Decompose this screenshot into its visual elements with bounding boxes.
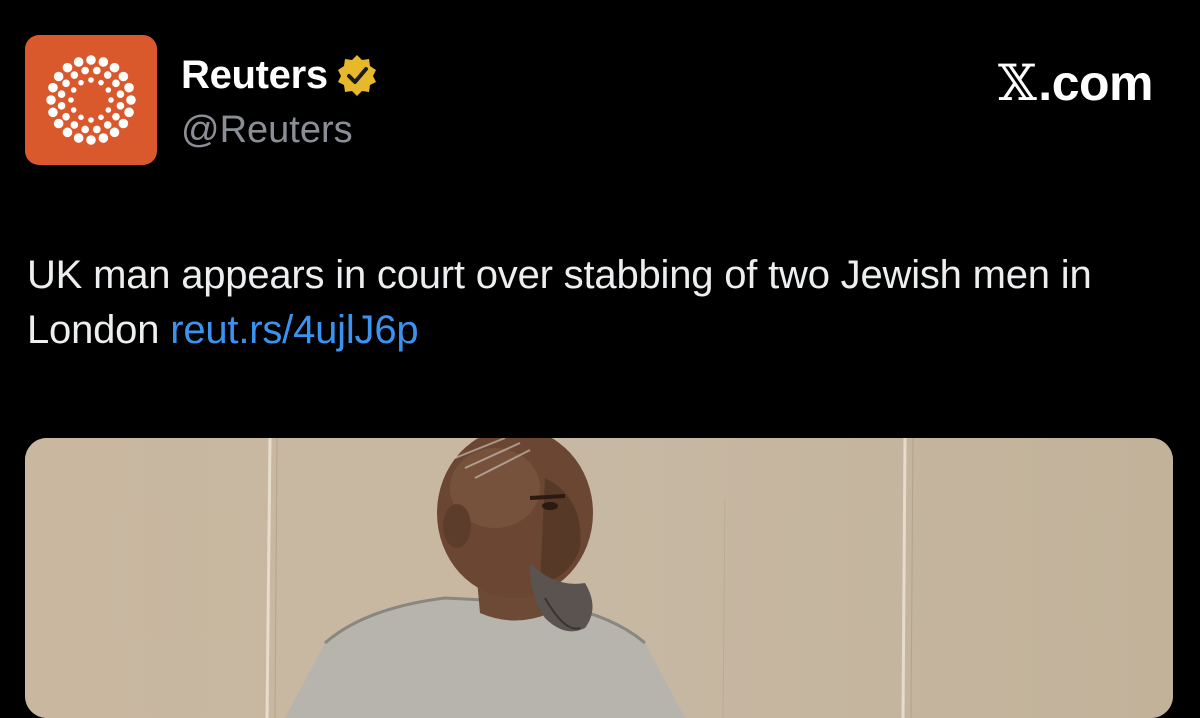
logo-dot — [93, 125, 101, 134]
x-logo-icon: 𝕏 — [998, 54, 1037, 112]
logo-dot — [98, 57, 109, 67]
logo-dot — [78, 114, 84, 121]
logo-dot — [62, 112, 70, 121]
logo-dot — [105, 107, 112, 113]
logo-dot — [112, 79, 120, 88]
logo-dot — [57, 90, 66, 98]
logo-dot — [53, 118, 64, 129]
logo-dot — [98, 114, 104, 121]
logo-dot — [124, 107, 134, 118]
logo-dot — [81, 125, 89, 134]
courtroom-sketch-image — [25, 438, 1173, 718]
logo-dot — [86, 135, 96, 145]
logo-dot — [116, 90, 125, 98]
logo-dot — [88, 117, 94, 123]
logo-dot — [88, 77, 94, 83]
logo-dot — [109, 127, 120, 138]
avatar[interactable] — [25, 35, 157, 165]
logo-dot — [126, 95, 136, 105]
logo-dot — [70, 107, 77, 113]
logo-dot — [124, 82, 134, 93]
logo-dot — [118, 71, 129, 82]
logo-dot — [108, 97, 114, 103]
reuters-logo-icon — [46, 55, 136, 145]
account-name-row[interactable]: Reuters — [181, 52, 380, 98]
logo-dot — [98, 79, 104, 86]
logo-dot — [105, 87, 112, 93]
account-name[interactable]: Reuters — [181, 52, 328, 98]
logo-dot — [70, 121, 79, 129]
logo-dot — [68, 97, 74, 103]
logo-dot — [103, 121, 112, 129]
logo-dot — [78, 79, 84, 86]
logo-dot — [48, 82, 58, 93]
tweet-text: UK man appears in court over stabbing of… — [27, 248, 1147, 358]
logo-dot — [62, 79, 70, 88]
logo-dot — [48, 107, 58, 118]
logo-dot — [116, 102, 125, 110]
logo-dot — [57, 102, 66, 110]
logo-dot — [70, 71, 79, 79]
logo-dot — [118, 118, 129, 129]
logo-dot — [53, 71, 64, 82]
x-domain-text: .com — [1038, 55, 1153, 111]
logo-dot — [62, 127, 73, 138]
logo-dot — [112, 112, 120, 121]
logo-dot — [98, 133, 109, 143]
logo-dot — [62, 62, 73, 73]
logo-dot — [86, 55, 96, 65]
logo-dot — [109, 62, 120, 73]
logo-dot — [70, 87, 77, 93]
logo-dot — [93, 66, 101, 75]
x-com-logo: 𝕏 .com — [998, 55, 1153, 111]
logo-dot — [81, 66, 89, 75]
logo-dot — [73, 57, 84, 67]
logo-dot — [46, 95, 56, 105]
tweet-link[interactable]: reut.rs/4ujlJ6p — [170, 308, 418, 352]
logo-dot — [73, 133, 84, 143]
tweet-media-image[interactable] — [25, 438, 1173, 718]
verified-badge-icon — [334, 52, 380, 98]
account-handle[interactable]: @Reuters — [181, 107, 353, 153]
logo-dot — [103, 71, 112, 79]
